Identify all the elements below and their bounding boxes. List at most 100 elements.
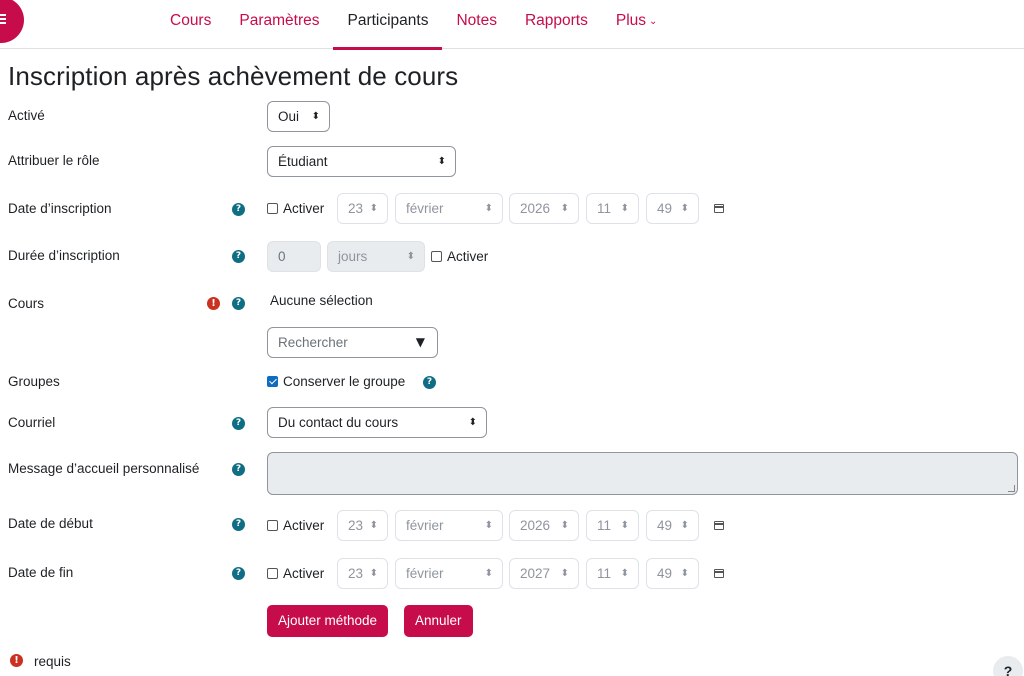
tab-cours[interactable]: Cours: [156, 0, 225, 49]
start-day-select[interactable]: 23 ⬍: [337, 510, 388, 541]
help-icon[interactable]: ?: [232, 417, 245, 430]
enrol-minute-value: 49: [657, 201, 673, 216]
enrol-date-enable-checkbox[interactable]: Activer: [267, 201, 324, 216]
active-label: Activé: [8, 108, 45, 123]
triangle-down-icon: ▼: [415, 335, 425, 349]
end-hour-value: 11: [597, 566, 612, 581]
enrol-month-value: février: [406, 201, 444, 216]
resize-handle-icon[interactable]: [1008, 485, 1015, 492]
active-select-value: Oui: [278, 109, 300, 124]
help-fab-button[interactable]: ?: [993, 656, 1023, 676]
duration-enable-checkbox[interactable]: Activer: [431, 249, 488, 264]
enrol-date-label: Date d’inscription: [8, 201, 112, 216]
duration-enable-label: Activer: [447, 249, 489, 264]
calendar-icon[interactable]: [714, 521, 724, 530]
active-select[interactable]: Oui ⬍: [267, 101, 330, 132]
groups-label: Groupes: [8, 374, 60, 389]
tab-participants[interactable]: Participants: [333, 0, 443, 50]
start-date-enable-checkbox[interactable]: Activer: [267, 518, 324, 533]
enrol-hour-select[interactable]: 11 ⬍: [586, 193, 639, 224]
select-arrows-icon: ⬍: [484, 568, 493, 579]
start-day-value: 23: [348, 518, 364, 533]
start-minute-select[interactable]: 49 ⬍: [646, 510, 699, 541]
tab-rapports[interactable]: Rapports: [511, 0, 602, 49]
end-minute-select[interactable]: 49 ⬍: [646, 558, 699, 589]
start-hour-select[interactable]: 11 ⬍: [586, 510, 639, 541]
email-label: Courriel: [8, 415, 56, 430]
start-month-select[interactable]: février ⬍: [395, 510, 503, 541]
end-day-select[interactable]: 23 ⬍: [337, 558, 388, 589]
start-date-enable-label: Activer: [283, 518, 325, 533]
calendar-icon[interactable]: [714, 204, 724, 213]
drawer-toggle-button[interactable]: [0, 0, 24, 43]
select-arrows-icon: ⬍: [560, 203, 569, 214]
enrol-day-value: 23: [348, 201, 364, 216]
help-icon[interactable]: ?: [232, 297, 245, 310]
end-hour-select[interactable]: 11 ⬍: [586, 558, 639, 589]
tab-notes[interactable]: Notes: [442, 0, 511, 49]
end-year-value: 2027: [520, 566, 551, 581]
select-arrows-icon: ⬍: [560, 520, 569, 531]
checkbox-box[interactable]: [431, 251, 442, 262]
select-arrows-icon: ⬍: [406, 251, 415, 262]
checkbox-box[interactable]: [267, 203, 278, 214]
help-icon[interactable]: ?: [232, 250, 245, 263]
secondary-navigation: Cours Paramètres Participants Notes Rapp…: [0, 0, 1024, 50]
end-date-enable-checkbox[interactable]: Activer: [267, 566, 324, 581]
enrol-year-select[interactable]: 2026 ⬍: [509, 193, 579, 224]
help-icon[interactable]: ?: [423, 376, 436, 389]
add-method-button[interactable]: Ajouter méthode: [267, 605, 389, 637]
enrol-month-select[interactable]: février ⬍: [395, 193, 503, 224]
checkbox-box[interactable]: [267, 568, 278, 579]
cancel-button[interactable]: Annuler: [404, 605, 473, 637]
select-arrows-icon: ⬍: [484, 203, 493, 214]
calendar-icon[interactable]: [714, 569, 724, 578]
email-select[interactable]: Du contact du cours ⬍: [267, 407, 487, 438]
duration-label: Durée d’inscription: [8, 248, 120, 263]
select-arrows-icon: ⬍: [680, 203, 689, 214]
help-icon[interactable]: ?: [232, 518, 245, 531]
duration-unit-select[interactable]: jours ⬍: [327, 241, 425, 272]
help-icon[interactable]: ?: [232, 567, 245, 580]
select-arrows-icon: ⬍: [680, 520, 689, 531]
welcome-message-textarea[interactable]: [267, 452, 1018, 495]
checkbox-box-checked[interactable]: [267, 376, 278, 387]
tab-parametres[interactable]: Paramètres: [225, 0, 333, 49]
enrol-date-enable-label: Activer: [283, 201, 325, 216]
course-search-select[interactable]: Rechercher ▼: [267, 327, 438, 358]
help-icon[interactable]: ?: [232, 203, 245, 216]
start-date-label: Date de début: [8, 516, 93, 531]
enrol-day-select[interactable]: 23 ⬍: [337, 193, 388, 224]
start-minute-value: 49: [657, 518, 673, 533]
select-arrows-icon: ⬍: [311, 111, 320, 122]
course-tabs: Cours Paramètres Participants Notes Rapp…: [156, 0, 672, 50]
enrol-minute-select[interactable]: 49 ⬍: [646, 193, 699, 224]
required-legend-text: requis: [34, 654, 71, 669]
start-year-select[interactable]: 2026 ⬍: [509, 510, 579, 541]
end-year-select[interactable]: 2027 ⬍: [509, 558, 579, 589]
end-month-select[interactable]: février ⬍: [395, 558, 503, 589]
select-arrows-icon: ⬍: [369, 203, 378, 214]
select-arrows-icon: ⬍: [468, 417, 477, 428]
role-select[interactable]: Étudiant ⬍: [267, 146, 456, 177]
keep-group-checkbox[interactable]: Conserver le groupe: [267, 374, 405, 389]
required-icon: !: [10, 654, 23, 667]
select-arrows-icon: ⬍: [620, 203, 629, 214]
role-label: Attribuer le rôle: [8, 153, 100, 168]
checkbox-box[interactable]: [267, 520, 278, 531]
enrol-hour-value: 11: [597, 201, 612, 216]
select-arrows-icon: ⬍: [620, 568, 629, 579]
duration-input[interactable]: 0: [267, 241, 321, 272]
select-arrows-icon: ⬍: [484, 520, 493, 531]
course-selection-text: Aucune sélection: [270, 293, 373, 308]
enrol-year-value: 2026: [520, 201, 551, 216]
role-select-value: Étudiant: [278, 154, 328, 169]
tab-plus[interactable]: Plus ⌄: [602, 0, 672, 49]
duration-unit-value: jours: [338, 249, 368, 264]
start-hour-value: 11: [597, 518, 612, 533]
select-arrows-icon: ⬍: [560, 568, 569, 579]
end-day-value: 23: [348, 566, 364, 581]
email-select-value: Du contact du cours: [278, 415, 399, 430]
page-title: Inscription après achèvement de cours: [8, 61, 459, 91]
help-icon[interactable]: ?: [232, 463, 245, 476]
